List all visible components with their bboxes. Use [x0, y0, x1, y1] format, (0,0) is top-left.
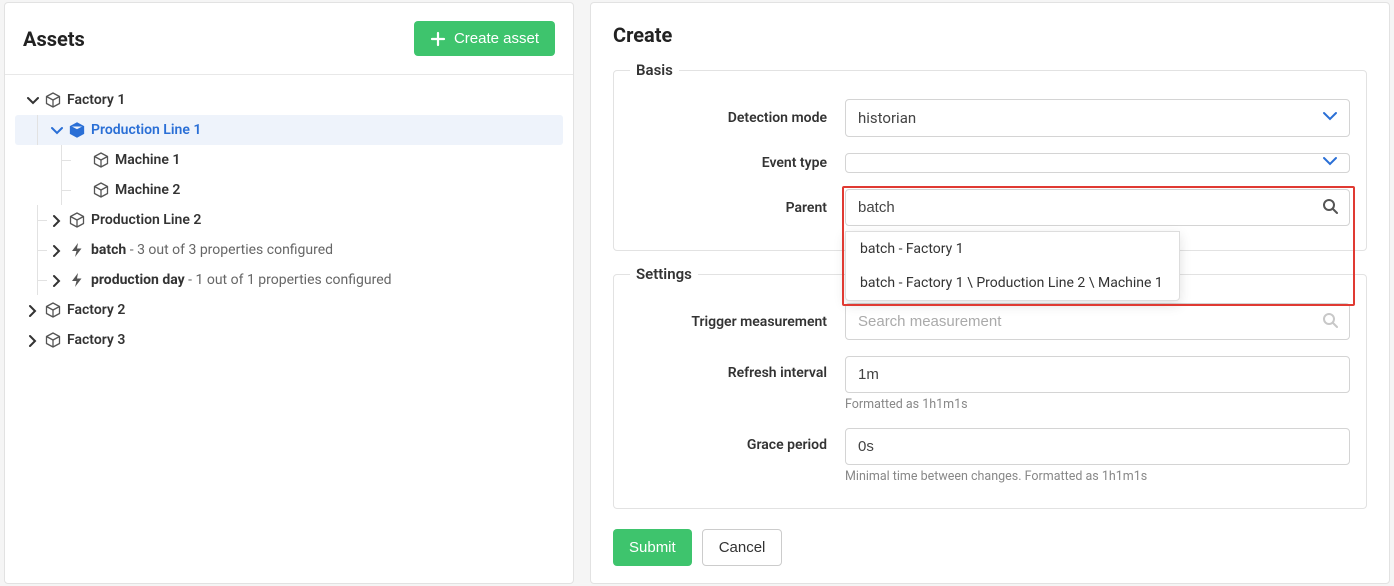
tree-label: Factory 3	[67, 332, 125, 348]
grace-period-input[interactable]	[845, 428, 1350, 465]
cube-icon	[45, 332, 61, 348]
dropdown-option[interactable]: batch - Factory 1 \ Production Line 2 \ …	[846, 266, 1179, 300]
dropdown-option[interactable]: batch - Factory 1	[846, 232, 1179, 266]
chevron-right-icon[interactable]	[49, 213, 63, 227]
plus-icon	[430, 31, 446, 47]
create-asset-label: Create asset	[454, 30, 539, 47]
settings-legend: Settings	[630, 265, 698, 283]
tree-label: Machine 1	[115, 152, 180, 168]
row-grace-period: Grace period Minimal time between change…	[630, 420, 1350, 492]
assets-panel: Assets Create asset Factory 1 Production…	[4, 2, 574, 584]
create-panel: Create Basis Detection mode historian Ev…	[590, 2, 1390, 584]
parent-dropdown: batch - Factory 1 batch - Factory 1 \ Pr…	[845, 231, 1180, 301]
bolt-icon	[69, 272, 85, 288]
tree-item-factory-3[interactable]: Factory 3	[15, 325, 563, 355]
cube-icon	[69, 122, 85, 138]
assets-title: Assets	[23, 27, 85, 51]
chevron-right-icon[interactable]	[49, 243, 63, 257]
tree-item-factory-2[interactable]: Factory 2	[15, 295, 563, 325]
settings-fieldset: Settings Trigger measurement Refresh int…	[613, 265, 1367, 509]
form-actions: Submit Cancel	[591, 523, 1389, 584]
search-icon	[1322, 312, 1338, 332]
parent-input[interactable]	[845, 189, 1350, 226]
submit-button[interactable]: Submit	[613, 529, 692, 566]
tree-item-batch[interactable]: batch - 3 out of 3 properties configured	[15, 235, 563, 265]
tree-label: Production Line 1	[91, 122, 201, 138]
refresh-interval-input[interactable]	[845, 356, 1350, 393]
tree-label: Factory 1	[67, 92, 125, 108]
cancel-button[interactable]: Cancel	[702, 529, 783, 566]
detection-mode-select[interactable]: historian	[845, 99, 1350, 137]
tree-label: Production Line 2	[91, 212, 201, 228]
event-type-select[interactable]	[845, 153, 1350, 173]
cancel-label: Cancel	[719, 539, 766, 556]
basis-legend: Basis	[630, 61, 679, 79]
chevron-right-icon[interactable]	[49, 273, 63, 287]
chevron-down-icon	[1322, 153, 1338, 173]
tree-label: Machine 2	[115, 182, 180, 198]
create-title: Create	[591, 3, 1389, 61]
basis-fieldset: Basis Detection mode historian Event typ…	[613, 61, 1367, 251]
detection-mode-label: Detection mode	[630, 110, 845, 126]
event-type-label: Event type	[630, 155, 845, 171]
tree-label: production day - 1 out of 1 properties c…	[91, 272, 392, 288]
cube-icon	[69, 212, 85, 228]
bolt-icon	[69, 242, 85, 258]
refresh-interval-label: Refresh interval	[630, 356, 845, 381]
tree-item-production-line-2[interactable]: Production Line 2	[15, 205, 563, 235]
cube-icon	[93, 182, 109, 198]
tree-item-production-line-1[interactable]: Production Line 1	[15, 115, 563, 145]
grace-period-label: Grace period	[630, 428, 845, 453]
trigger-measurement-input[interactable]	[845, 303, 1350, 340]
tree-item-machine-2[interactable]: Machine 2	[15, 175, 563, 205]
tree-label: Factory 2	[67, 302, 125, 318]
row-trigger-measurement: Trigger measurement	[630, 295, 1350, 348]
create-asset-button[interactable]: Create asset	[414, 21, 555, 56]
detection-mode-value: historian	[858, 109, 916, 127]
row-event-type: Event type	[630, 145, 1350, 181]
chevron-right-icon[interactable]	[25, 333, 39, 347]
tree-label: batch - 3 out of 3 properties configured	[91, 242, 333, 258]
chevron-down-icon	[1322, 108, 1338, 128]
chevron-down-icon[interactable]	[25, 93, 39, 107]
tree-item-factory-1[interactable]: Factory 1	[15, 85, 563, 115]
cube-icon	[93, 152, 109, 168]
row-parent: Parent batch - Factory 1 batch - Factory…	[630, 181, 1350, 234]
refresh-interval-help: Formatted as 1h1m1s	[845, 397, 1350, 412]
tree-item-production-day[interactable]: production day - 1 out of 1 properties c…	[15, 265, 563, 295]
chevron-right-icon[interactable]	[25, 303, 39, 317]
row-detection-mode: Detection mode historian	[630, 91, 1350, 145]
cube-icon	[45, 302, 61, 318]
trigger-measurement-label: Trigger measurement	[630, 314, 845, 330]
assets-header: Assets Create asset	[5, 3, 573, 75]
row-refresh-interval: Refresh interval Formatted as 1h1m1s	[630, 348, 1350, 420]
grace-period-help: Minimal time between changes. Formatted …	[845, 469, 1350, 484]
asset-tree: Factory 1 Production Line 1 Machine 1 Ma…	[5, 75, 573, 365]
tree-item-machine-1[interactable]: Machine 1	[15, 145, 563, 175]
search-icon	[1322, 198, 1338, 218]
parent-label: Parent	[630, 200, 845, 216]
submit-label: Submit	[629, 539, 676, 556]
cube-icon	[45, 92, 61, 108]
chevron-down-icon[interactable]	[49, 123, 63, 137]
